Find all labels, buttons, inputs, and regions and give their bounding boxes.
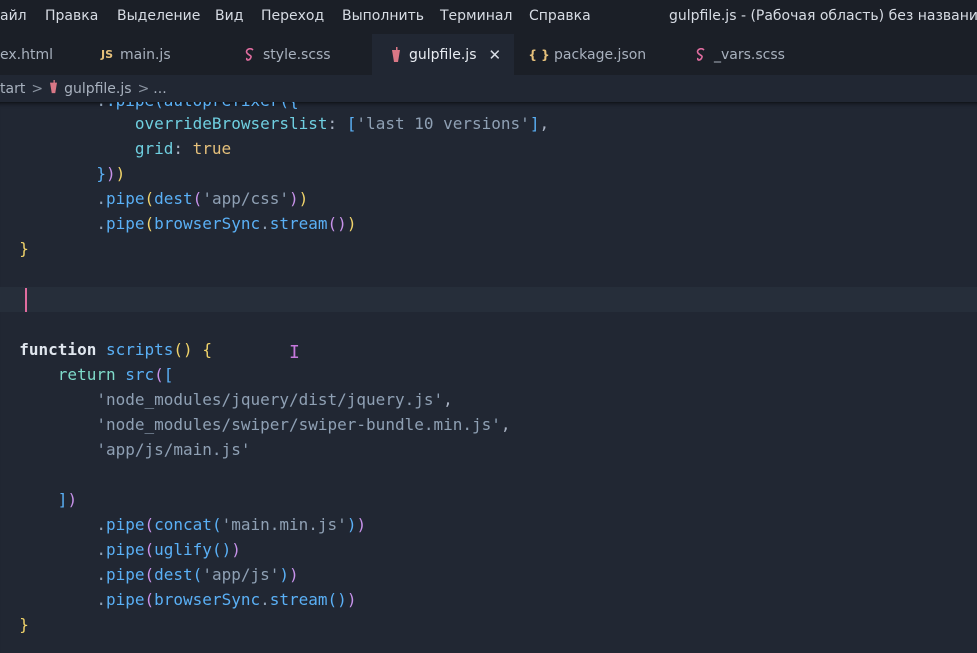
mouse-ibeam-icon: I bbox=[289, 342, 300, 363]
tab-index-html[interactable]: ex.html bbox=[0, 34, 85, 75]
chevron-right-icon: > bbox=[31, 80, 44, 97]
token: uglify bbox=[154, 540, 212, 559]
token: src bbox=[125, 365, 155, 384]
token: 'node_modules/jquery/dist/jquery.js' bbox=[96, 390, 444, 409]
menu-file[interactable]: айл bbox=[0, 8, 27, 24]
tab-label: gulpfile.js bbox=[409, 46, 477, 63]
code-line: } bbox=[19, 239, 29, 258]
token: pipe bbox=[105, 189, 145, 208]
token: overrideBrowserslist bbox=[134, 114, 328, 133]
token: 'app/js/main.js' bbox=[96, 440, 251, 459]
code-line: .pipe(dest('app/js')) bbox=[96, 565, 299, 584]
token: 'app/js' bbox=[202, 565, 280, 584]
code-line: .pipe(dest('app/css')) bbox=[96, 189, 309, 208]
token: 'main.min.js' bbox=[221, 515, 347, 534]
code-line: ]) bbox=[57, 490, 78, 509]
chevron-right-icon: > bbox=[137, 80, 150, 97]
token: true bbox=[192, 139, 232, 158]
token: 'node_modules/swiper/swiper-bundle.min.j… bbox=[96, 415, 501, 434]
menu-bar: айл Правка Выделение Вид Переход Выполни… bbox=[0, 0, 977, 34]
token: pipe bbox=[105, 515, 145, 534]
token: pipe bbox=[105, 565, 145, 584]
token: concat bbox=[154, 515, 212, 534]
token: 'app/css' bbox=[202, 189, 290, 208]
gulp-icon bbox=[389, 46, 403, 63]
tab-bar: ex.html JS main.js style.scss gulpfile.j… bbox=[0, 34, 977, 75]
gulp-icon bbox=[49, 79, 58, 98]
token: dest bbox=[154, 189, 193, 208]
text-cursor bbox=[25, 288, 27, 312]
menu-help[interactable]: Справка bbox=[529, 8, 591, 24]
tab-main-js[interactable]: JS main.js bbox=[100, 34, 220, 75]
code-line: 'node_modules/jquery/dist/jquery.js', bbox=[96, 390, 453, 409]
sass-icon bbox=[694, 47, 708, 62]
breadcrumb-item-file[interactable]: gulpfile.js bbox=[64, 81, 132, 97]
window-title: gulpfile.js - (Рабочая область) без назв… bbox=[669, 8, 977, 24]
token: function bbox=[19, 340, 97, 359]
menu-terminal[interactable]: Терминал bbox=[440, 8, 512, 24]
code-line: function scripts() { bbox=[19, 340, 212, 359]
token: stream bbox=[269, 590, 328, 609]
tab-label: style.scss bbox=[263, 46, 331, 63]
json-icon: { } bbox=[528, 47, 550, 62]
token: scripts bbox=[105, 340, 174, 359]
code-line: 'app/js/main.js' bbox=[0, 437, 977, 462]
breadcrumb: tart > gulpfile.js > ... bbox=[0, 75, 977, 102]
tab-package-json[interactable]: { } package.json bbox=[528, 34, 680, 75]
code-line: .pipe(concat('main.min.js')) bbox=[96, 515, 367, 534]
token: browserSync bbox=[154, 590, 261, 609]
code-line: .pipe(browserSync.stream()) bbox=[96, 214, 357, 233]
tab-label: _vars.scss bbox=[714, 46, 785, 63]
code-line: .pipe(uglify()) bbox=[96, 540, 241, 559]
code-line: overrideBrowserslist: ['last 10 versions… bbox=[134, 114, 550, 133]
tab-label: ex.html bbox=[0, 46, 53, 63]
token: stream bbox=[269, 214, 328, 233]
breadcrumb-item-symbols[interactable]: ... bbox=[153, 81, 166, 97]
token: pipe bbox=[105, 214, 145, 233]
token: return bbox=[57, 365, 116, 384]
token: browserSync bbox=[154, 214, 261, 233]
code-line: .pipe(browserSync.stream()) bbox=[96, 590, 357, 609]
tab-label: main.js bbox=[120, 46, 171, 63]
sass-icon bbox=[243, 47, 257, 62]
token: grid bbox=[134, 139, 174, 158]
menu-go[interactable]: Переход bbox=[261, 8, 324, 24]
close-icon[interactable]: ✕ bbox=[489, 46, 502, 64]
tab-gulpfile-js[interactable]: gulpfile.js ✕ bbox=[372, 34, 514, 75]
code-editor[interactable]: ..pipe(autoprefixer({ overrideBrowsersli… bbox=[0, 102, 977, 653]
breadcrumb-item-folder[interactable]: tart bbox=[0, 81, 25, 97]
code-line: grid: true bbox=[134, 139, 232, 158]
tab-style-scss[interactable]: style.scss bbox=[243, 34, 373, 75]
menu-edit[interactable]: Правка bbox=[45, 8, 98, 24]
code-line: } bbox=[19, 615, 29, 634]
tab-vars-scss[interactable]: _vars.scss bbox=[694, 34, 834, 75]
token: pipe bbox=[105, 540, 145, 559]
menu-selection[interactable]: Выделение bbox=[117, 8, 200, 24]
code-top-fragment: .pipe(autoprefixer({ bbox=[106, 102, 299, 110]
js-icon: JS bbox=[100, 48, 113, 61]
current-line-highlight bbox=[0, 287, 977, 312]
code-line: return src([ bbox=[57, 365, 174, 384]
code-line: })) bbox=[96, 164, 126, 183]
menu-run[interactable]: Выполнить bbox=[342, 8, 424, 24]
code-line: 'node_modules/swiper/swiper-bundle.min.j… bbox=[96, 415, 511, 434]
token: 'last 10 versions' bbox=[356, 114, 530, 133]
menu-view[interactable]: Вид bbox=[215, 8, 243, 24]
tab-label: package.json bbox=[554, 46, 647, 63]
token: pipe bbox=[105, 590, 145, 609]
token: dest bbox=[154, 565, 193, 584]
